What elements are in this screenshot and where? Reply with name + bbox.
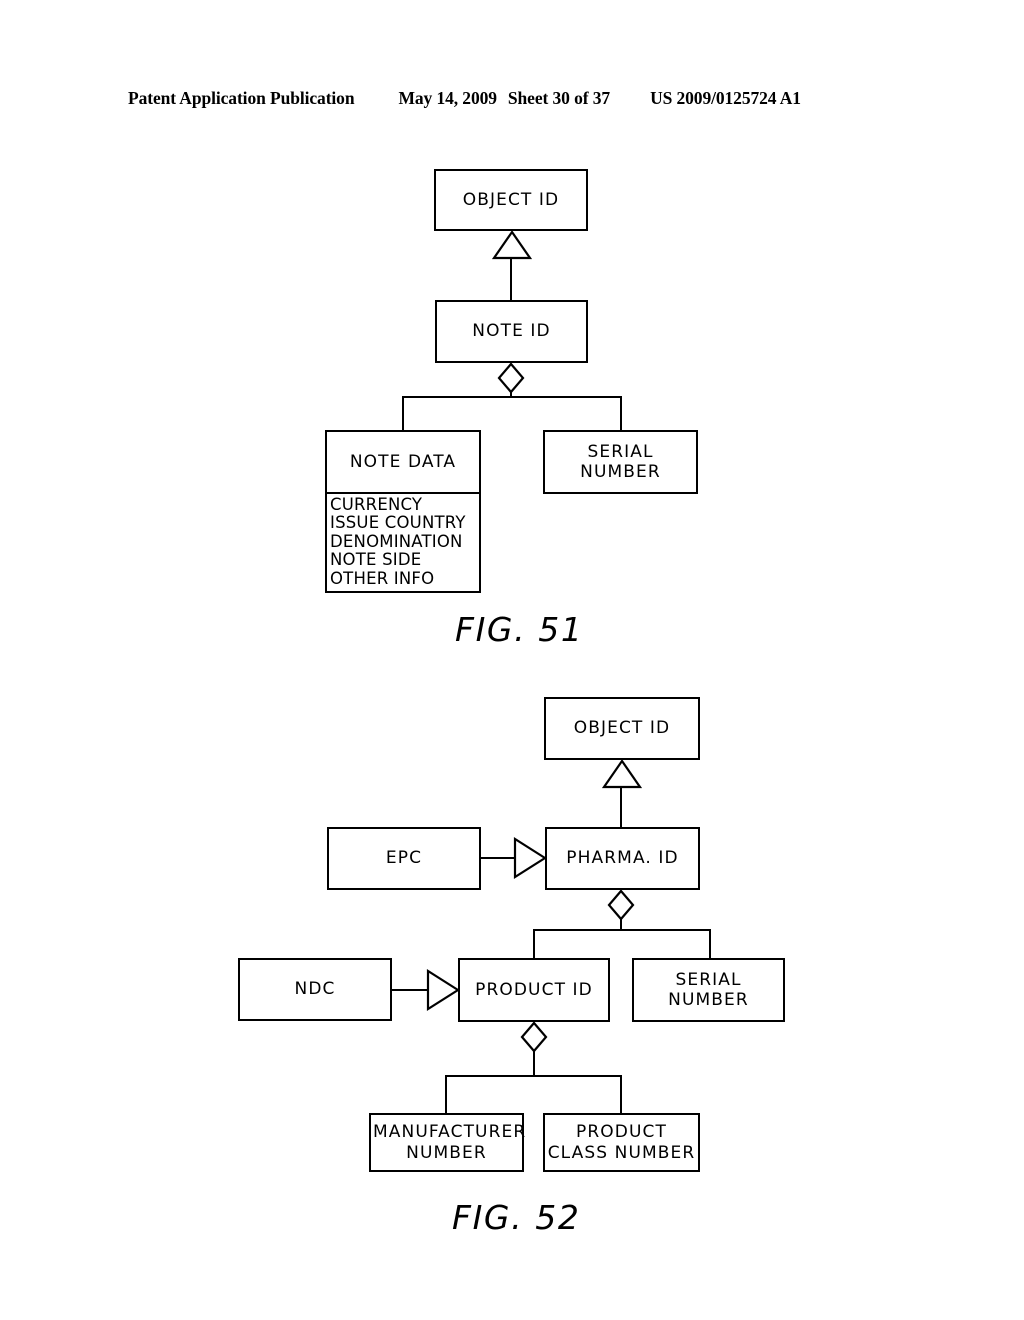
fig52-node-serial-number: SERIAL NUMBER: [632, 958, 785, 1022]
fig52-connector-drop-serial-number: [709, 929, 712, 959]
fig52-connector-product-diamond-stem: [533, 1050, 536, 1077]
fig52-aggregation-diamond-pharma-id: [607, 889, 635, 921]
fig52-connector-pharma-bus: [533, 929, 711, 932]
fig52-connector-ndc-to-product: [392, 989, 429, 992]
fig52-generalization-arrow-epc: [513, 837, 548, 879]
fig52-node-pharma-id-label: PHARMA. ID: [566, 848, 679, 869]
fig52-node-object-id-label: OBJECT ID: [573, 718, 671, 739]
fig52-node-ndc: NDC: [238, 958, 392, 1021]
fig52-node-product-class-number-label: PRODUCT CLASS NUMBER: [547, 1122, 696, 1163]
fig52-node-ndc-label: NDC: [294, 979, 336, 1000]
fig52-connector-product-bus: [445, 1075, 622, 1078]
fig52-generalization-arrow-ndc: [426, 969, 461, 1011]
fig52-node-serial-number-label: SERIAL NUMBER: [668, 969, 749, 1010]
fig52-connector-drop-manufacturer-number: [445, 1075, 448, 1114]
fig52-connector-object-to-pharma: [620, 786, 623, 828]
fig52-node-product-id: PRODUCT ID: [458, 958, 610, 1022]
fig52-aggregation-diamond-product-id: [520, 1021, 548, 1053]
fig52-node-epc: EPC: [327, 827, 481, 890]
fig52-node-object-id: OBJECT ID: [544, 697, 700, 760]
figure-52: OBJECT ID EPC PHARMA. ID NDC PRODUCT ID …: [0, 0, 1024, 1320]
fig52-connector-drop-product-class-number: [620, 1075, 623, 1114]
fig52-node-epc-label: EPC: [385, 848, 423, 869]
fig52-node-pharma-id: PHARMA. ID: [545, 827, 700, 890]
fig52-node-product-id-label: PRODUCT ID: [475, 979, 593, 1000]
fig52-node-manufacturer-number-label: MANUFACTURER NUMBER: [373, 1122, 527, 1163]
fig52-node-manufacturer-number: MANUFACTURER NUMBER: [369, 1113, 527, 1172]
fig52-node-product-class-number: PRODUCT CLASS NUMBER: [543, 1113, 700, 1172]
fig52-connector-epc-to-pharma: [481, 857, 516, 860]
fig52-connector-drop-product-id: [533, 929, 536, 959]
patent-page: Patent Application Publication May 14, 2…: [0, 0, 1024, 1320]
figure-52-caption: FIG. 52: [452, 1198, 581, 1237]
